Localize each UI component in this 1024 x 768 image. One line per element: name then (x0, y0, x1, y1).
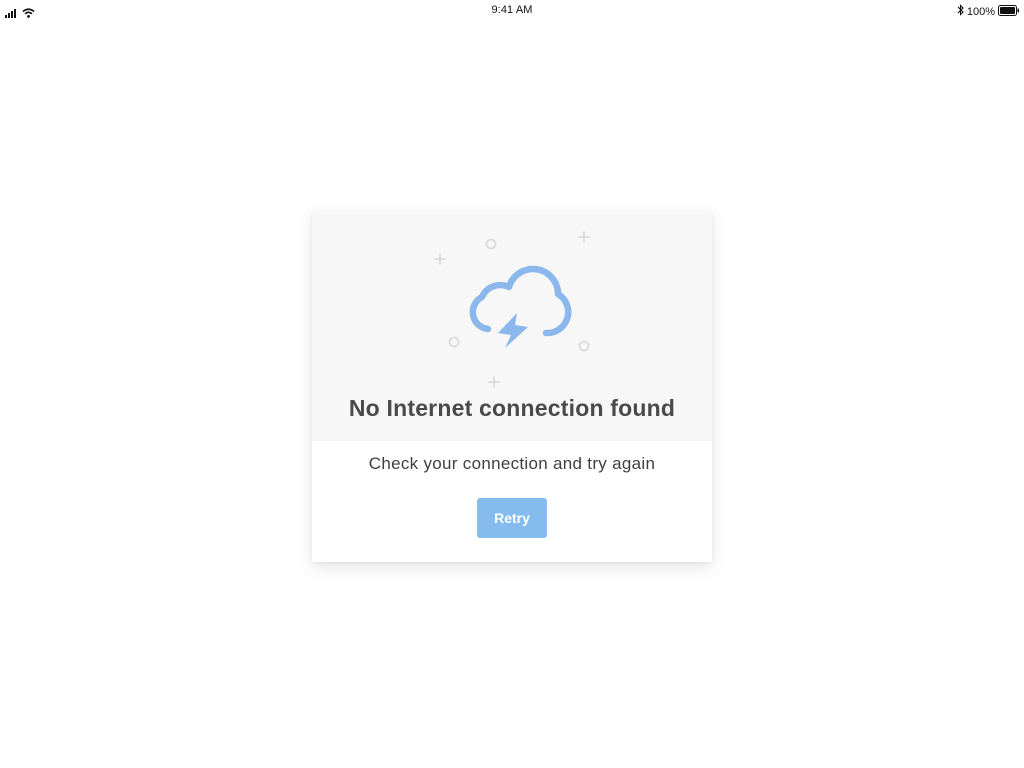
battery-percentage: 100% (966, 5, 995, 18)
status-bar-time: 9:41 AM (491, 4, 533, 16)
dialog-title: No Internet connection found (348, 395, 676, 421)
battery-icon (998, 4, 1020, 19)
dialog-message: Check your connection and try again (368, 454, 656, 473)
dialog-header-panel: No Internet connection found (312, 211, 712, 441)
retry-button[interactable]: Retry (477, 498, 547, 538)
status-bar: 9:41 AM 100% (0, 0, 1024, 22)
status-bar-right: 100% (957, 4, 1020, 19)
bluetooth-icon (957, 4, 964, 19)
cloud-lightning-icon (412, 219, 612, 399)
no-connection-dialog: No Internet connection found Check your … (312, 211, 712, 562)
